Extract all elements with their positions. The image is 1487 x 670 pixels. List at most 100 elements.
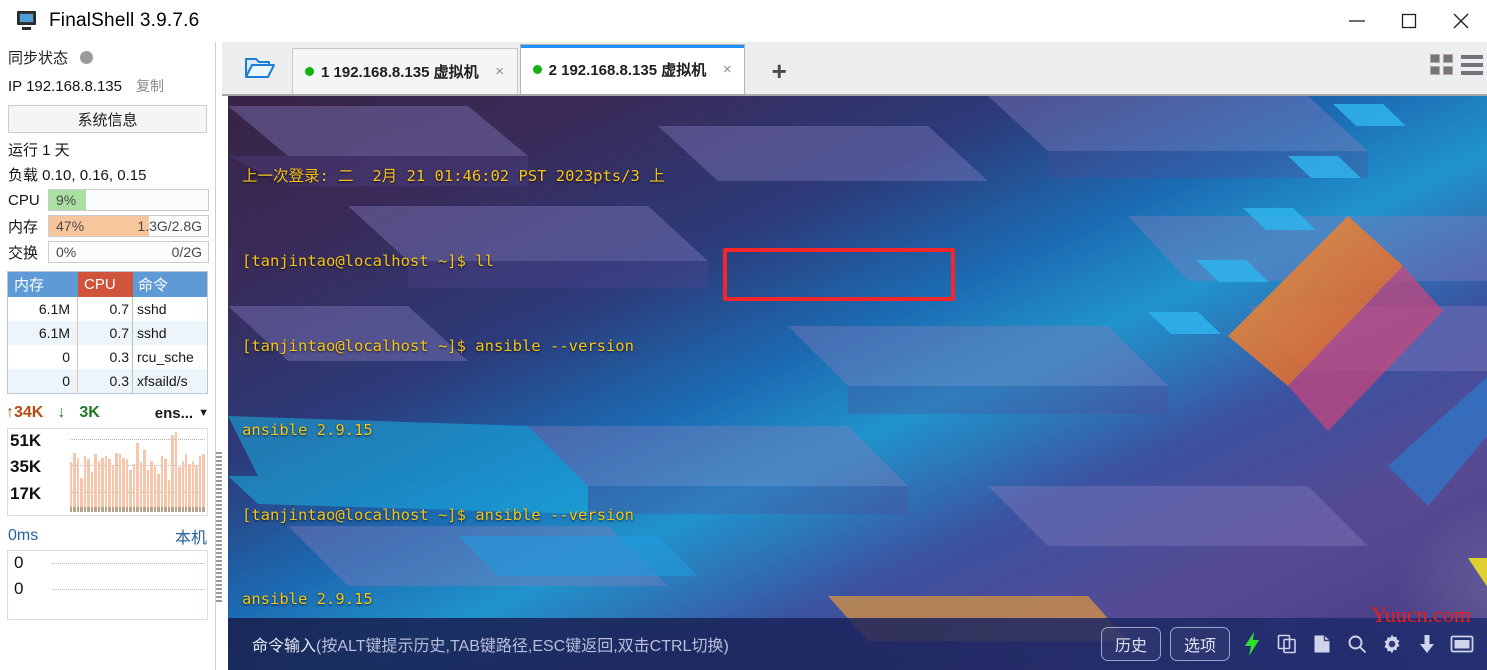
network-bar — [195, 465, 199, 513]
search-icon[interactable] — [1344, 631, 1370, 657]
network-traffic-graph: 51K 35K 17K — [7, 428, 208, 516]
maximize-button[interactable] — [1383, 0, 1435, 42]
table-row[interactable]: 0 0.3 rcu_sche — [8, 345, 207, 369]
network-interface-select[interactable]: ens... — [155, 405, 193, 422]
terminal-line: 上一次登录: 二 2月 21 01:46:02 PST 2023pts/3 上 — [242, 167, 665, 186]
cpu-meter-row: CPU 9% — [0, 187, 215, 213]
window-icon[interactable] — [1449, 631, 1475, 657]
table-row[interactable]: 6.1M 0.7 sshd — [8, 297, 207, 321]
network-bar — [101, 457, 105, 513]
col-header-cpu[interactable]: CPU — [78, 272, 133, 297]
terminal-line: ansible 2.9.15 — [242, 421, 373, 440]
network-bar — [143, 449, 147, 513]
cell-memory: 0 — [8, 345, 78, 369]
command-input[interactable]: 命令输入 (按ALT键提示历史,TAB键路径,ESC键返回,双击CTRL切换) — [252, 626, 1101, 662]
cell-command: sshd — [137, 301, 167, 317]
watermark: Yuucn.com — [1371, 602, 1471, 627]
command-bar-actions: 历史 选项 — [1100, 627, 1487, 661]
paste-file-icon[interactable] — [1309, 631, 1335, 657]
cell-command: rcu_sche — [137, 349, 194, 365]
history-button[interactable]: 历史 — [1100, 627, 1161, 661]
cpu-meter-percent: 9% — [56, 192, 77, 208]
list-view-icon[interactable] — [1461, 54, 1483, 75]
minimize-button[interactable] — [1331, 0, 1383, 42]
window-title: FinalShell 3.9.7.6 — [49, 10, 200, 31]
left-sidebar: 同步状态 IP 192.168.8.135 复制 系统信息 运行 1 天 负载 … — [0, 42, 216, 670]
open-folder-icon[interactable] — [232, 46, 288, 90]
command-highlight-box — [723, 248, 955, 301]
network-bar — [167, 480, 171, 512]
title-bar: FinalShell 3.9.7.6 — [0, 0, 1487, 42]
memory-meter-detail: 1.3G/2.8G — [137, 218, 202, 234]
col-header-memory[interactable]: 内存 — [8, 272, 78, 297]
table-row[interactable]: 0 0.3 xfsaild/s — [8, 369, 207, 393]
copy-files-icon[interactable] — [1274, 631, 1300, 657]
network-bar — [153, 465, 157, 513]
process-table: 内存 CPU 命令 6.1M 0.7 sshd 6.1M 0.7 sshd 0 … — [7, 271, 208, 394]
ping-summary-row: 0ms 本机 — [0, 522, 215, 550]
tab-label: 1 192.168.8.135 虚拟机 — [321, 64, 479, 81]
network-bar — [157, 473, 161, 513]
table-row[interactable]: 6.1M 0.7 sshd — [8, 321, 207, 345]
download-icon[interactable] — [1414, 631, 1440, 657]
network-bar — [160, 456, 164, 512]
swap-meter-percent: 0% — [56, 244, 77, 260]
network-bar — [108, 459, 112, 512]
network-bars — [70, 432, 206, 513]
cell-memory: 6.1M — [8, 297, 78, 321]
options-button[interactable]: 选项 — [1169, 627, 1230, 661]
tab-session-1[interactable]: 1 192.168.8.135 虚拟机 × — [292, 48, 518, 94]
close-button[interactable] — [1435, 0, 1487, 42]
network-bar — [181, 460, 185, 513]
terminal-line: [tanjintao@localhost ~]$ ansible --versi… — [242, 505, 634, 524]
network-bar — [125, 459, 129, 512]
sidebar-scrollbar[interactable] — [216, 42, 222, 670]
copy-ip-button[interactable]: 复制 — [136, 76, 164, 96]
tab-bar: 1 192.168.8.135 虚拟机 × 2 192.168.8.135 虚拟… — [222, 42, 1487, 96]
command-input-bar: 命令输入 (按ALT键提示历史,TAB键路径,ESC键返回,双击CTRL切换) … — [228, 618, 1487, 670]
cell-command: xfsaild/s — [137, 373, 188, 389]
network-bar — [111, 465, 115, 513]
sync-status-row: 同步状态 — [0, 42, 215, 72]
swap-meter: 0% 0/2G — [48, 241, 209, 263]
cell-cpu: 0.7 — [78, 297, 133, 321]
network-bar — [136, 443, 140, 512]
terminal-panel[interactable]: 上一次登录: 二 2月 21 01:46:02 PST 2023pts/3 上 … — [228, 96, 1487, 670]
tab-close-icon[interactable]: × — [718, 61, 736, 79]
swap-meter-detail: 0/2G — [171, 244, 202, 260]
app-monitor-icon — [14, 11, 38, 31]
network-bar — [146, 470, 150, 512]
command-input-placeholder: 命令输入 — [252, 638, 317, 655]
new-tab-button[interactable]: + — [757, 48, 801, 94]
system-info-button[interactable]: 系统信息 — [8, 105, 207, 133]
network-bar — [87, 459, 91, 512]
network-bar — [70, 462, 74, 512]
network-bar — [104, 456, 108, 512]
ping-host-label[interactable]: 本机 — [175, 524, 207, 548]
tab-close-icon[interactable]: × — [491, 63, 509, 81]
tab-session-2[interactable]: 2 192.168.8.135 虚拟机 × — [519, 44, 746, 94]
swap-meter-row: 交换 0% 0/2G — [0, 239, 215, 265]
ping-y-label-top: 0 — [14, 553, 24, 572]
lightning-icon[interactable] — [1239, 631, 1265, 657]
upload-rate: 34K — [14, 404, 44, 421]
network-summary-row: ↑ 34K ↓ 3K ens... ▼ — [0, 398, 215, 428]
ping-latency: 0ms — [8, 527, 39, 544]
network-bar — [94, 454, 98, 512]
network-bar — [198, 456, 203, 512]
download-rate: 3K — [79, 404, 100, 421]
grid-view-icon[interactable] — [1430, 54, 1453, 75]
gear-icon[interactable] — [1379, 631, 1405, 657]
tab-status-dot — [532, 65, 542, 74]
cpu-meter-label: CPU — [8, 191, 40, 209]
tab-status-dot — [305, 67, 314, 76]
col-header-command[interactable]: 命令 — [133, 272, 207, 297]
network-bar — [76, 457, 81, 513]
network-bar — [129, 470, 133, 512]
sidebar-scrollbar-thumb[interactable] — [216, 452, 222, 602]
network-bar — [202, 454, 206, 512]
ip-row: IP 192.168.8.135 复制 — [0, 72, 215, 100]
ping-graph: 0 0 — [7, 550, 208, 620]
terminal-output: 上一次登录: 二 2月 21 01:46:02 PST 2023pts/3 上 … — [242, 106, 1487, 670]
chevron-down-icon[interactable]: ▼ — [198, 407, 209, 419]
